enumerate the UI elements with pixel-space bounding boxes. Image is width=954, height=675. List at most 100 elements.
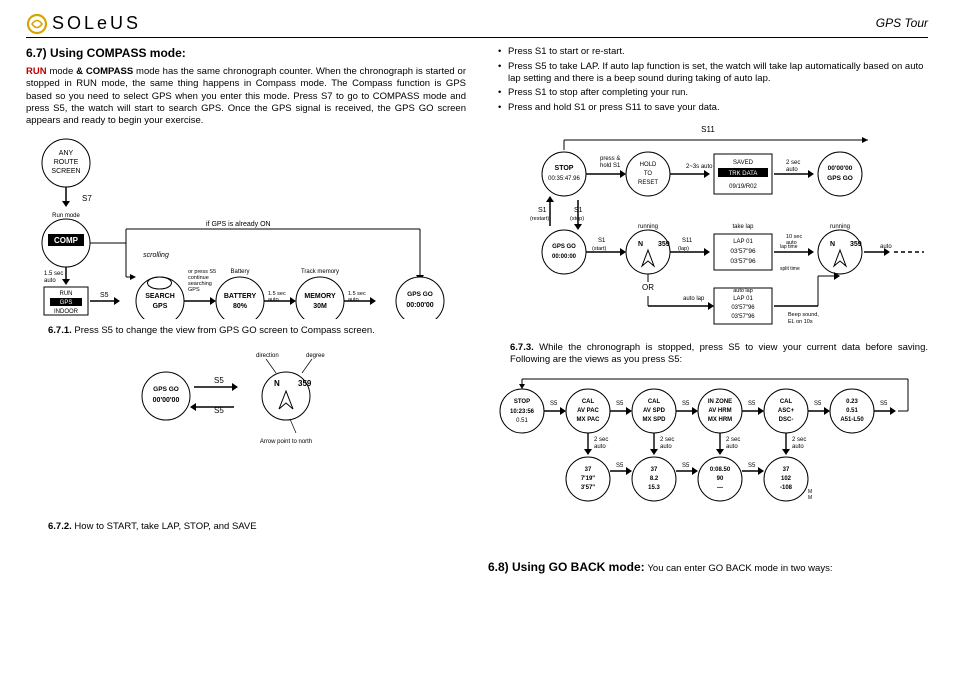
svg-text:00:00'00: 00:00'00 <box>406 302 433 309</box>
brand-logo: SOLeUS <box>26 12 141 35</box>
svg-text:take lap: take lap <box>732 224 754 230</box>
svg-text:auto: auto <box>786 167 798 173</box>
svg-text:auto: auto <box>660 444 672 450</box>
svg-text:—: — <box>717 485 723 491</box>
diagram-673-views: STOP 10:23:56 0.51 S5 CAL AV PAC MX PAC … <box>488 371 928 546</box>
svg-text:auto: auto <box>880 244 892 250</box>
svg-text:S1: S1 <box>538 207 547 214</box>
svg-text:A51-L50: A51-L50 <box>840 417 864 423</box>
svg-text:Battery: Battery <box>230 269 249 275</box>
svg-text:TO: TO <box>644 171 653 177</box>
svg-text:press &: press & <box>600 156 620 162</box>
svg-text:auto: auto <box>786 240 797 246</box>
svg-text:00:00:00: 00:00:00 <box>552 254 577 260</box>
svg-text:03'57"96: 03'57"96 <box>730 258 756 265</box>
svg-text:auto lap: auto lap <box>733 288 753 294</box>
svg-text:GPS GO: GPS GO <box>827 175 853 182</box>
svg-text:running: running <box>830 224 850 230</box>
svg-text:RESET: RESET <box>638 180 658 186</box>
svg-text:DSC-: DSC- <box>779 417 794 423</box>
svg-text:2 sec: 2 sec <box>660 437 674 443</box>
bullet-item: Press S1 to stop after completing your r… <box>498 87 928 99</box>
svg-text:GPS: GPS <box>60 300 73 306</box>
svg-text:LAP 01: LAP 01 <box>733 296 753 302</box>
svg-text:0.23: 0.23 <box>846 399 858 405</box>
svg-text:00:35:47.96: 00:35:47.96 <box>548 176 580 182</box>
svg-text:M: M <box>808 495 812 501</box>
svg-text:ANY: ANY <box>59 150 74 157</box>
bullet-item: Press and hold S1 or press S11 to save y… <box>498 102 928 114</box>
svg-text:MEMORY: MEMORY <box>304 293 336 300</box>
svg-text:GPS GO: GPS GO <box>552 244 576 250</box>
svg-text:COMP: COMP <box>54 236 79 245</box>
svg-text:S5: S5 <box>682 463 690 469</box>
svg-text:TRK DATA: TRK DATA <box>729 171 758 177</box>
svg-text:(stop): (stop) <box>570 216 584 222</box>
svg-text:split time: split time <box>780 266 800 272</box>
bullet-list: Press S1 to start or re-start. Press S5 … <box>488 46 928 114</box>
svg-text:00'00'00: 00'00'00 <box>153 397 180 404</box>
svg-text:MX SPD: MX SPD <box>642 417 666 423</box>
svg-text:03'57"96: 03'57"96 <box>731 305 755 311</box>
svg-text:15.3: 15.3 <box>648 485 660 491</box>
page-header: SOLeUS GPS Tour <box>26 12 928 38</box>
svg-text:S5: S5 <box>880 401 888 407</box>
svg-text:S11: S11 <box>701 125 715 134</box>
svg-text:AV PAC: AV PAC <box>577 408 599 414</box>
svg-text:Track memory: Track memory <box>301 269 339 275</box>
svg-text:GPS: GPS <box>153 303 168 310</box>
svg-text:80%: 80% <box>233 303 248 310</box>
svg-text:degree: degree <box>306 353 325 359</box>
svg-text:auto lap: auto lap <box>683 296 705 302</box>
section-67-title: 6.7) Using COMPASS mode: <box>26 46 466 62</box>
svg-text:ASC+: ASC+ <box>778 408 795 414</box>
svg-text:EL on 10s: EL on 10s <box>788 319 813 325</box>
svg-text:HOLD: HOLD <box>640 162 657 168</box>
svg-text:Arrow point to north: Arrow point to north <box>260 439 312 445</box>
svg-text:BATTERY: BATTERY <box>224 293 257 300</box>
svg-text:auto: auto <box>44 278 56 284</box>
left-column: 6.7) Using COMPASS mode: RUN mode & COMP… <box>26 46 466 575</box>
svg-text:OR: OR <box>642 283 654 292</box>
svg-text:3'57": 3'57" <box>581 485 595 491</box>
svg-text:if GPS is already ON: if GPS is already ON <box>206 221 271 228</box>
s7-label: S7 <box>82 194 92 203</box>
svg-text:S5: S5 <box>616 401 624 407</box>
svg-text:auto: auto <box>792 444 804 450</box>
svg-text:CAL: CAL <box>582 399 595 405</box>
bullet-item: Press S5 to take LAP. If auto lap functi… <box>498 61 928 86</box>
svg-text:scrolling: scrolling <box>143 252 169 259</box>
svg-text:auto: auto <box>726 444 738 450</box>
svg-text:MX PAC: MX PAC <box>577 417 601 423</box>
caption-672: 6.7.2. How to START, take LAP, STOP, and… <box>48 521 466 533</box>
svg-text:INDOOR: INDOOR <box>54 309 79 315</box>
svg-text:359: 359 <box>298 379 312 388</box>
svg-text:7'19": 7'19" <box>581 476 595 482</box>
svg-text:03'57"96: 03'57"96 <box>731 314 755 320</box>
svg-text:LAP 01: LAP 01 <box>733 239 753 245</box>
svg-text:hold S1: hold S1 <box>600 163 621 169</box>
svg-text:S5: S5 <box>550 401 558 407</box>
svg-text:S5: S5 <box>748 463 756 469</box>
section-67-body: RUN mode & COMPASS mode has the same chr… <box>26 66 466 128</box>
svg-text:2 sec: 2 sec <box>786 160 800 166</box>
svg-text:S1: S1 <box>598 238 606 244</box>
svg-text:1.5 sec: 1.5 sec <box>44 271 63 277</box>
svg-text:GPS GO: GPS GO <box>153 386 179 393</box>
svg-text:2~3s auto: 2~3s auto <box>686 164 713 170</box>
svg-text:8.2: 8.2 <box>650 476 659 482</box>
svg-text:N: N <box>830 241 835 248</box>
svg-text:RUN: RUN <box>60 291 73 297</box>
svg-text:STOP: STOP <box>514 399 530 405</box>
svg-text:AV HRM: AV HRM <box>708 408 731 414</box>
svg-text:37: 37 <box>585 467 592 473</box>
svg-text:S5: S5 <box>748 401 756 407</box>
svg-text:N: N <box>274 379 280 388</box>
svg-text:CAL: CAL <box>780 399 793 405</box>
svg-text:Run mode: Run mode <box>52 213 80 219</box>
svg-text:SCREEN: SCREEN <box>51 168 80 175</box>
svg-text:(start): (start) <box>592 246 607 252</box>
svg-text:00'00'00: 00'00'00 <box>828 165 853 172</box>
svg-text:(lap): (lap) <box>678 246 689 252</box>
caption-673: 6.7.3. While the chronograph is stopped,… <box>510 342 928 367</box>
